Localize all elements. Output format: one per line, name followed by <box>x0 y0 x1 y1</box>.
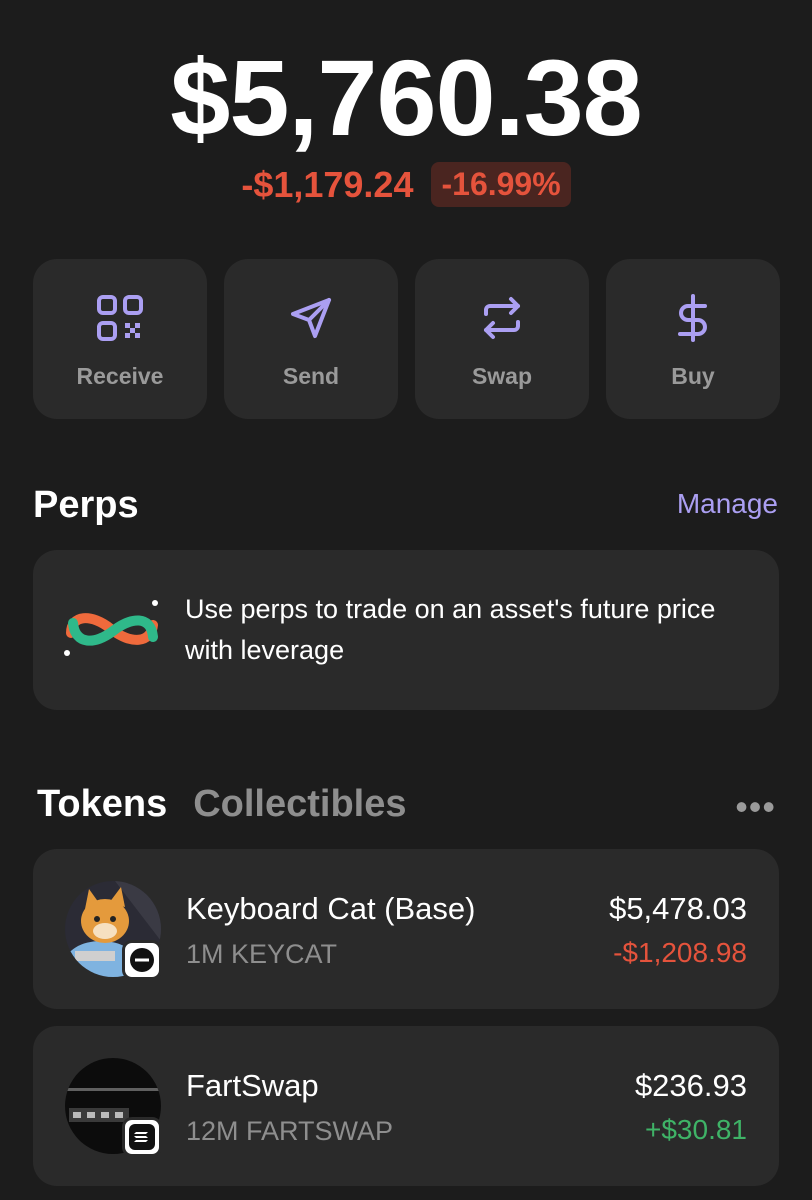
token-row[interactable]: FartSwap 12M FARTSWAP $236.93 +$30.81 <box>33 1026 779 1186</box>
swap-button[interactable]: Swap <box>415 259 589 419</box>
total-balance: $5,760.38 <box>170 37 642 158</box>
token-amount: 12M FARTSWAP <box>186 1116 394 1146</box>
receive-button[interactable]: Receive <box>33 259 207 419</box>
token-change: -$1,208.98 <box>613 937 747 968</box>
wallet-home: $5,760.38 -$1,179.24 -16.99% Receive Sen… <box>0 0 812 1200</box>
tab-collectibles[interactable]: Collectibles <box>193 783 406 826</box>
dollar-icon <box>668 293 718 343</box>
action-buttons: Receive Send Swap Buy <box>33 259 780 419</box>
asset-tabs: Tokens Collectibles <box>37 783 407 826</box>
receive-label: Receive <box>76 363 164 389</box>
buy-label: Buy <box>671 363 715 389</box>
send-arrow-icon <box>286 293 336 343</box>
tab-tokens[interactable]: Tokens <box>37 783 167 826</box>
base-chain-icon <box>122 940 162 980</box>
token-name: FartSwap <box>186 1068 319 1103</box>
token-value: $5,478.03 <box>609 891 747 926</box>
perps-section-title: Perps <box>33 484 139 526</box>
solana-chain-icon <box>122 1117 162 1157</box>
perps-card[interactable]: Use perps to trade on an asset's future … <box>33 550 779 710</box>
perps-description: Use perps to trade on an asset's future … <box>185 594 716 665</box>
qr-code-icon <box>95 293 145 343</box>
balance-change-amount: -$1,179.24 <box>241 163 414 205</box>
token-name: Keyboard Cat (Base) <box>186 891 476 926</box>
swap-label: Swap <box>471 363 533 389</box>
send-button[interactable]: Send <box>224 259 398 419</box>
perps-infinity-icon <box>63 595 163 665</box>
token-change: +$30.81 <box>645 1114 747 1145</box>
manage-link[interactable]: Manage <box>677 488 778 520</box>
balance-change-percent-badge: -16.99% <box>431 162 571 207</box>
token-amount: 1M KEYCAT <box>186 939 338 969</box>
token-value: $236.93 <box>634 1068 747 1103</box>
send-label: Send <box>282 363 340 389</box>
swap-arrows-icon <box>477 293 527 343</box>
more-options-icon[interactable]: ••• <box>735 786 776 828</box>
buy-button[interactable]: Buy <box>606 259 780 419</box>
balance-change-row: -$1,179.24 -16.99% <box>0 162 812 207</box>
token-row[interactable]: Keyboard Cat (Base) 1M KEYCAT $5,478.03 … <box>33 849 779 1009</box>
